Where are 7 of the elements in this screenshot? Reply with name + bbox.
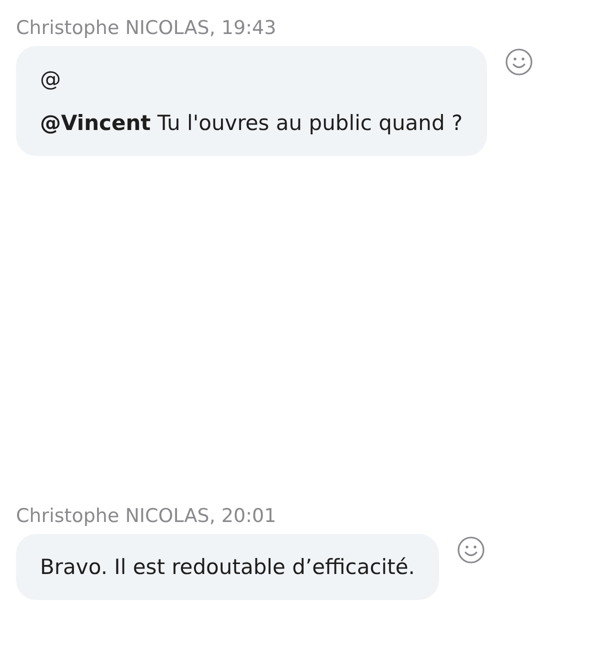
message-text: @Vincent Tu l'ouvres au public quand ? bbox=[40, 110, 463, 137]
smiley-icon[interactable] bbox=[504, 48, 533, 76]
message-header: Christophe NICOLAS, 19:43 bbox=[16, 16, 278, 41]
message-text: Bravo. Il est redoutable d’efficacité. bbox=[40, 554, 415, 581]
message-header: Christophe NICOLAS, 20:01 bbox=[16, 504, 278, 529]
message-text: @ bbox=[40, 66, 62, 93]
smiley-icon[interactable] bbox=[456, 536, 485, 564]
